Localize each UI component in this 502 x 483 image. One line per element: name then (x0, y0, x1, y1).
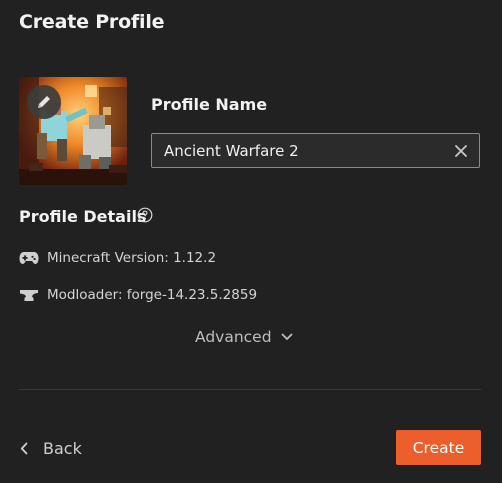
advanced-toggle[interactable]: Advanced (195, 326, 293, 348)
profile-name-input[interactable] (152, 134, 442, 167)
help-circle-icon[interactable] (137, 207, 153, 223)
modloader-row: Modloader: forge-14.23.5.2859 (19, 285, 257, 305)
profile-name-label: Profile Name (151, 95, 268, 114)
edit-pencil-icon (38, 96, 50, 108)
back-label: Back (43, 438, 82, 458)
minecraft-version-text: Minecraft Version: 1.12.2 (47, 250, 217, 266)
page-title: Create Profile (19, 11, 165, 33)
profile-details-label: Profile Details (19, 207, 147, 226)
back-button[interactable]: Back (20, 436, 82, 460)
profile-name-field[interactable] (151, 133, 480, 168)
modloader-text: Modloader: forge-14.23.5.2859 (47, 287, 258, 303)
minecraft-version-row: Minecraft Version: 1.12.2 (19, 248, 216, 268)
close-icon[interactable] (453, 143, 469, 159)
edit-image-button[interactable] (27, 85, 61, 119)
advanced-label: Advanced (195, 328, 272, 346)
chevron-left-icon (20, 442, 28, 454)
profile-image[interactable] (19, 77, 127, 185)
gamepad-icon (19, 252, 39, 264)
create-button[interactable]: Create (396, 430, 481, 465)
divider (19, 389, 481, 390)
anvil-icon (20, 290, 38, 301)
chevron-down-icon (281, 333, 292, 340)
